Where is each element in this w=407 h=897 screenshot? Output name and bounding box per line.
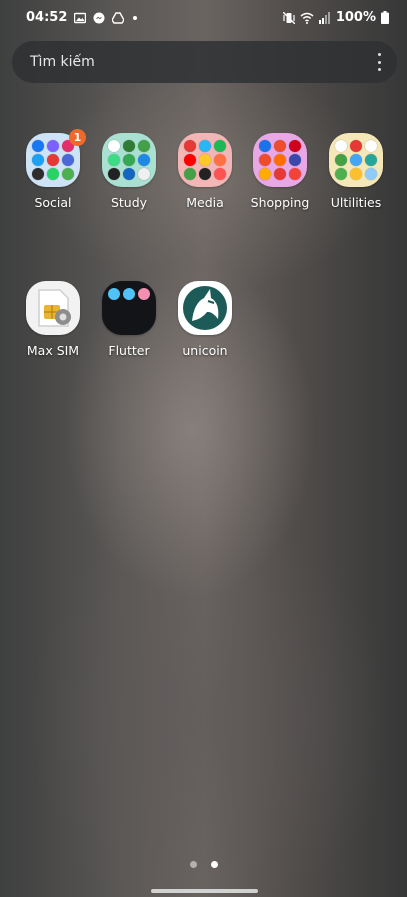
search-placeholder: Tìm kiếm	[30, 54, 95, 70]
folder-mini-app-icon	[259, 168, 271, 180]
folder-mini-app-icon	[259, 154, 271, 166]
gallery-icon	[74, 12, 87, 23]
page-dot-2-active[interactable]	[211, 861, 218, 868]
app-max-sim[interactable]: Max SIM	[18, 281, 88, 358]
folder-flutter[interactable]: Flutter	[94, 281, 164, 358]
page-indicator[interactable]	[190, 861, 218, 868]
drive-icon	[112, 11, 125, 24]
folder-mini-app-icon	[365, 168, 377, 180]
battery-icon	[381, 11, 389, 24]
gesture-nav-handle[interactable]	[151, 889, 258, 893]
folder-tile	[102, 281, 156, 335]
search-bar[interactable]: Tìm kiếm	[12, 41, 397, 83]
folder-mini-app-icon	[108, 140, 120, 152]
folder-mini-app-icon	[123, 288, 135, 300]
folder-app-grid	[32, 140, 74, 180]
folder-mini-app-icon	[47, 154, 59, 166]
folder-tile	[178, 133, 232, 187]
more-vert-icon[interactable]	[377, 53, 381, 71]
folder-mini-app-icon	[199, 168, 211, 180]
signal-icon	[318, 11, 330, 24]
folder-mini-app-icon	[214, 140, 226, 152]
status-right: 100%	[282, 10, 389, 25]
mute-vibrate-icon	[282, 11, 295, 24]
folder-mini-app-icon	[335, 168, 347, 180]
page-dot-1[interactable]	[190, 861, 197, 868]
folder-tile	[329, 133, 383, 187]
folder-mini-app-icon	[259, 140, 271, 152]
folder-mini-app-icon	[199, 140, 211, 152]
app-label: unicoin	[182, 343, 228, 358]
folder-mini-app-icon	[184, 140, 196, 152]
folder-mini-app-icon	[214, 154, 226, 166]
folder-tile	[253, 133, 307, 187]
folder-mini-app-icon	[62, 168, 74, 180]
folder-mini-app-icon	[32, 154, 44, 166]
folder-tile	[102, 133, 156, 187]
folder-mini-app-icon	[47, 168, 59, 180]
clock: 04:52	[26, 10, 68, 25]
status-left: 04:52	[26, 10, 138, 25]
folder-mini-app-icon	[289, 168, 301, 180]
folder-mini-app-icon	[123, 168, 135, 180]
folder-mini-app-icon	[289, 140, 301, 152]
folder-mini-app-icon	[274, 154, 286, 166]
folder-mini-app-icon	[123, 140, 135, 152]
folder-mini-app-icon	[365, 154, 377, 166]
folder-mini-app-icon	[108, 288, 120, 300]
folder-mini-app-icon	[199, 154, 211, 166]
folder-mini-app-icon	[123, 154, 135, 166]
folder-app-grid	[184, 140, 226, 180]
app-label: Max SIM	[26, 343, 80, 358]
folder-utilities[interactable]: Ultilities	[321, 133, 391, 210]
folder-mini-app-icon	[274, 140, 286, 152]
folder-mini-app-icon	[108, 168, 120, 180]
folder-mini-app-icon	[32, 168, 44, 180]
folder-app-grid	[108, 288, 150, 328]
folder-media[interactable]: Media	[170, 133, 240, 210]
folder-mini-app-icon	[138, 140, 150, 152]
folder-mini-app-icon	[62, 154, 74, 166]
folder-mini-app-icon	[350, 154, 362, 166]
folder-mini-app-icon	[184, 168, 196, 180]
folder-mini-app-icon	[335, 140, 347, 152]
folder-shopping[interactable]: Shopping	[245, 133, 315, 210]
folder-app-grid	[259, 140, 301, 180]
app-unicoin[interactable]: unicoin	[170, 281, 240, 358]
unicoin-icon	[178, 281, 232, 335]
folder-mini-app-icon	[32, 140, 44, 152]
app-label: Flutter	[108, 343, 150, 358]
folder-mini-app-icon	[108, 154, 120, 166]
folder-mini-app-icon	[274, 168, 286, 180]
max-sim-icon	[26, 281, 80, 335]
status-bar: 04:52 100%	[0, 0, 407, 40]
folder-mini-app-icon	[289, 154, 301, 166]
folder-mini-app-icon	[350, 140, 362, 152]
folder-study[interactable]: Study	[94, 133, 164, 210]
app-label: Shopping	[250, 195, 310, 210]
messenger-icon	[93, 12, 105, 23]
folder-mini-app-icon	[350, 168, 362, 180]
notification-badge: 1	[69, 129, 86, 146]
folder-social[interactable]: 1 Social	[18, 129, 88, 210]
folder-app-grid	[108, 140, 150, 180]
app-label: Social	[34, 195, 72, 210]
folder-mini-app-icon	[138, 154, 150, 166]
folder-tile: 1	[26, 129, 86, 187]
folder-mini-app-icon	[47, 140, 59, 152]
folder-mini-app-icon	[335, 154, 347, 166]
app-label: Study	[110, 195, 148, 210]
wifi-icon	[300, 12, 314, 24]
folder-mini-app-icon	[214, 168, 226, 180]
folder-app-grid	[335, 140, 377, 180]
app-label: Media	[186, 195, 224, 210]
folder-mini-app-icon	[138, 288, 150, 300]
notification-dot	[133, 15, 138, 20]
folder-mini-app-icon	[365, 140, 377, 152]
folder-mini-app-icon	[138, 168, 150, 180]
folder-mini-app-icon	[184, 154, 196, 166]
app-label: Ultilities	[330, 195, 382, 210]
battery-percent: 100%	[335, 10, 376, 25]
